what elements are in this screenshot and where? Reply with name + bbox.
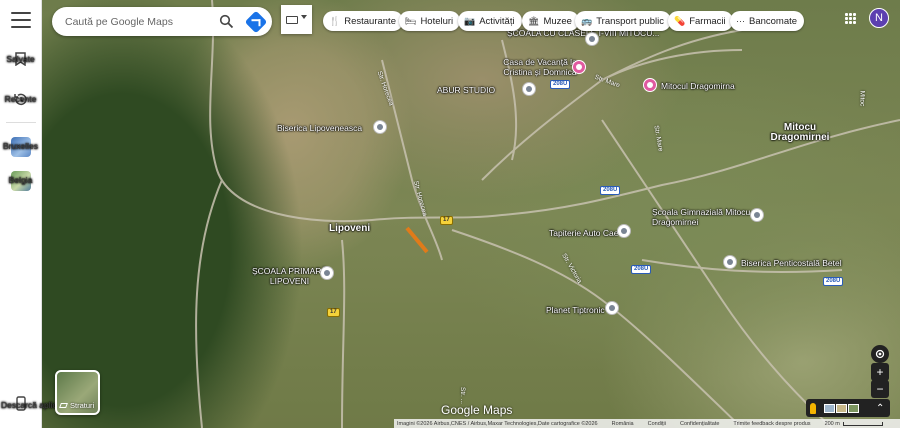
google-maps-logo: Google Maps <box>441 403 513 417</box>
chip-label: Transport public <box>596 15 664 27</box>
road-shield: 208U <box>600 186 621 195</box>
satellite-map[interactable]: ȘCOALA CU CLASELE I-VIII MITOCU... Casa … <box>42 0 900 428</box>
search-input[interactable] <box>65 15 215 28</box>
poi-label[interactable]: ȘCOALA PRIMARĂ LIPOVENI <box>247 266 332 286</box>
menu-icon[interactable] <box>10 12 31 28</box>
hotel-icon: 🛏 <box>405 15 417 26</box>
chip-activities[interactable]: 📷 Activități <box>458 11 522 31</box>
imagery-credit: Imagini ©2026 Airbus,CNES / Airbus,Maxar… <box>397 420 598 427</box>
poi-label[interactable]: ABUR STUDIO <box>437 85 495 95</box>
road-network <box>195 0 900 428</box>
avatar[interactable]: N <box>869 8 889 28</box>
atm-icon: ··· <box>736 16 745 26</box>
feedback-link[interactable]: Trimite feedback despre produs <box>733 421 810 427</box>
chip-label: Activități <box>479 15 515 27</box>
search-box[interactable] <box>52 7 272 36</box>
imagery-thumbnail[interactable] <box>848 403 859 413</box>
chip-label: Bancomate <box>749 15 798 27</box>
poi-label[interactable]: Biserica Penticostală Betel <box>741 258 842 268</box>
poi-label[interactable]: Tapiterie Auto Cae <box>549 228 618 238</box>
pharmacy-icon: 💊 <box>674 15 686 26</box>
chip-pharmacies[interactable]: 💊 Farmacii <box>668 11 733 31</box>
layers-icon <box>59 403 68 408</box>
street-label: Mitoc <box>858 90 866 107</box>
poi-pin-icon[interactable] <box>605 301 619 315</box>
church-pin-icon[interactable] <box>373 120 387 134</box>
school-pin-icon[interactable] <box>320 266 334 280</box>
country-link[interactable]: România <box>612 421 634 427</box>
terms-link[interactable]: Condiții <box>648 421 666 427</box>
poi-label[interactable]: Școala Gimnazială Mitocu Dragomirnei <box>652 207 752 227</box>
poi-label[interactable]: Mitocul Dragomirna <box>661 81 735 91</box>
road-shield: 208U <box>550 80 571 89</box>
school-pin-icon[interactable] <box>750 208 764 222</box>
restaurant-icon: 🍴 <box>329 15 341 26</box>
layers-button[interactable]: Straturi <box>55 370 100 415</box>
chip-label: Muzee <box>543 15 572 27</box>
left-rail: Salvate Recente Bruxelles Belgia Descarc… <box>0 0 71 428</box>
camera-icon: 📷 <box>464 15 476 26</box>
chip-atms[interactable]: ··· Bancomate <box>730 11 805 31</box>
input-tools-button[interactable] <box>281 5 312 34</box>
attraction-pin-icon[interactable] <box>643 78 657 92</box>
directions-icon[interactable] <box>244 10 268 34</box>
recent-button[interactable]: Recente <box>5 90 36 108</box>
road-shield: 17 <box>440 216 453 225</box>
search-icon[interactable] <box>219 14 234 29</box>
saved-label: Salvate <box>6 54 35 64</box>
poi-label[interactable]: Biserica Lipoveneasca <box>277 123 362 133</box>
my-location-icon[interactable] <box>871 345 889 363</box>
chip-label: Farmacii <box>689 15 726 27</box>
chip-label: Restaurante <box>344 15 396 27</box>
town-label: Lipoveni <box>329 223 371 234</box>
street-view-bar: ⌃ <box>806 399 890 417</box>
place-label: Belgia <box>8 175 33 185</box>
museum-icon: 🏛 <box>528 15 540 26</box>
privacy-link[interactable]: Confidențialitate <box>680 421 719 427</box>
scale-bar[interactable]: 200 m <box>825 421 883 427</box>
road-shield: 17 <box>327 308 340 317</box>
chip-hotels[interactable]: 🛏 Hoteluri <box>399 11 461 31</box>
chip-label: Hoteluri <box>420 15 454 27</box>
poi-label[interactable]: Planet Tiptronic <box>546 305 605 315</box>
recent-place-bruxelles[interactable]: Bruxelles <box>3 137 38 157</box>
layers-label: Straturi <box>70 401 95 410</box>
chip-restaurants[interactable]: 🍴 Restaurante <box>323 11 403 31</box>
keyboard-icon <box>286 15 298 24</box>
recent-label: Recente <box>4 94 37 104</box>
road-shield: 208U <box>631 265 652 274</box>
saved-button[interactable]: Salvate <box>6 50 35 68</box>
recent-place-belgia[interactable]: Belgia <box>8 171 33 191</box>
expand-icon[interactable]: ⌃ <box>876 403 884 414</box>
zoom-out-button[interactable]: − <box>871 380 889 398</box>
church-pin-icon[interactable] <box>723 255 737 269</box>
download-app-button[interactable]: Descarcă aplicația <box>0 396 71 416</box>
imagery-thumbnail[interactable] <box>824 403 835 413</box>
chevron-down-icon <box>301 14 307 19</box>
apps-grid-icon[interactable] <box>845 13 856 24</box>
imagery-thumbnail[interactable] <box>836 403 847 413</box>
school-pin-icon[interactable] <box>585 32 599 46</box>
chip-museums[interactable]: 🏛 Muzee <box>522 11 579 31</box>
town-label: Mitocu Dragomirnei <box>770 122 830 143</box>
lodging-pin-icon[interactable] <box>572 60 586 74</box>
attribution-bar: Imagini ©2026 Airbus,CNES / Airbus,Maxar… <box>394 419 900 428</box>
poi-pin-icon[interactable] <box>522 82 536 96</box>
road-shield: 208U <box>823 277 844 286</box>
chip-transit[interactable]: 🚌 Transport public <box>575 11 671 31</box>
download-label: Descarcă aplicația <box>1 400 71 410</box>
pegman-icon[interactable] <box>810 402 816 414</box>
zoom-in-button[interactable]: + <box>871 363 889 381</box>
place-label: Bruxelles <box>3 141 38 151</box>
poi-pin-icon[interactable] <box>617 224 631 238</box>
poi-label[interactable]: Casa de Vacanță la Cristina și Domnica <box>500 57 580 77</box>
bus-icon: 🚌 <box>581 15 593 26</box>
rail-divider <box>5 122 36 123</box>
street-label: Str. ... <box>458 387 466 404</box>
